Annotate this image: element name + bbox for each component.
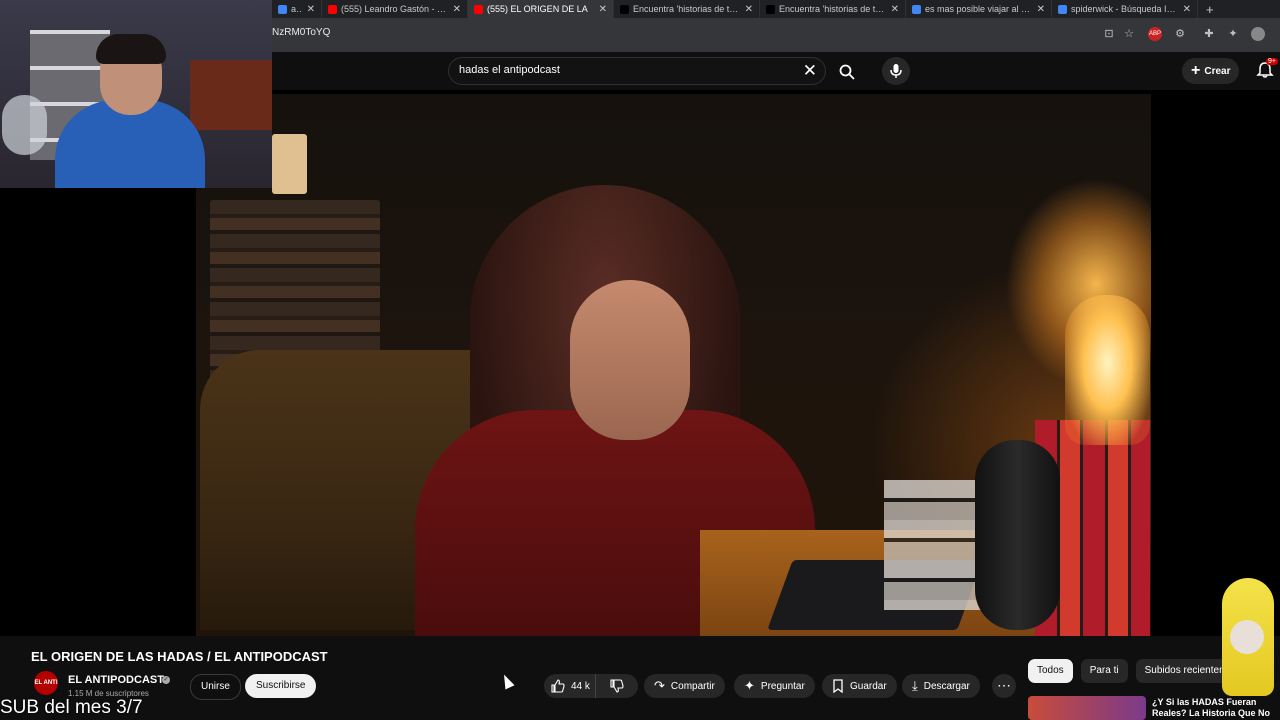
like-button[interactable]: 44 k xyxy=(544,674,596,698)
search-box[interactable]: hadas el antipodcast ✕ xyxy=(448,57,826,85)
ask-label: Preguntar xyxy=(760,680,805,692)
subscribe-button[interactable]: Suscribirse xyxy=(245,674,317,698)
channel-avatar-text: EL ANTI xyxy=(34,680,58,686)
extension-icon[interactable]: ⚙ xyxy=(1173,27,1187,41)
tab-title: es mas posible viajar al pas xyxy=(925,4,1033,14)
tab-favicon-icon xyxy=(278,4,287,14)
tab-title: Encuentra 'historias de terro xyxy=(779,4,887,14)
share-button[interactable]: ↷ Compartir xyxy=(644,674,725,698)
more-actions-button[interactable]: ⋯ xyxy=(992,674,1016,698)
tab-favicon-icon xyxy=(620,4,629,14)
filter-chip[interactable]: Todos xyxy=(1028,659,1073,683)
tab-favicon-icon xyxy=(1058,4,1067,14)
notifications-count-badge: 9+ xyxy=(1266,58,1278,65)
recommended-video-thumbnail[interactable] xyxy=(1028,696,1146,720)
verified-check-icon: ✓ xyxy=(162,676,170,684)
video-person-face xyxy=(570,280,690,440)
tab-close-icon[interactable]: ✕ xyxy=(1037,4,1045,15)
extension-puzzle-icon[interactable]: ✚ xyxy=(1202,27,1216,41)
tab-close-icon[interactable]: ✕ xyxy=(453,4,461,15)
bookmark-star-icon[interactable]: ☆ xyxy=(1122,27,1136,41)
webcam-fan xyxy=(2,95,47,155)
voice-search-button[interactable] xyxy=(882,57,910,85)
more-dots-icon: ⋯ xyxy=(997,677,1011,693)
save-button[interactable]: Guardar xyxy=(822,674,897,698)
tab-close-icon[interactable]: ✕ xyxy=(307,4,315,15)
webcam-person-hair xyxy=(96,34,166,64)
browser-tab[interactable]: es mas posible viajar al pas ✕ xyxy=(906,0,1052,18)
video-info-section: EL ORIGEN DE LAS HADAS / EL ANTIPODCAST … xyxy=(0,636,1280,720)
video-title: EL ORIGEN DE LAS HADAS / EL ANTIPODCAST xyxy=(31,649,328,664)
tab-close-icon[interactable]: ✕ xyxy=(599,4,607,15)
new-tab-button[interactable]: + xyxy=(1198,2,1222,17)
profile-avatar[interactable] xyxy=(1251,27,1265,41)
share-label: Compartir xyxy=(670,680,715,692)
download-label: Descargar xyxy=(923,680,970,692)
tab-close-icon[interactable]: ✕ xyxy=(891,4,899,15)
thumbs-up-icon xyxy=(551,679,565,693)
tab-favicon-icon xyxy=(766,4,775,14)
tab-favicon-icon xyxy=(328,4,337,14)
adblock-extension-icon[interactable]: ABP xyxy=(1148,27,1162,41)
tab-title: (555) EL ORIGEN DE LA xyxy=(487,4,588,14)
plus-icon: + xyxy=(1191,62,1201,79)
tab-title: (555) Leandro Gastón - YouT xyxy=(341,4,449,14)
candle-overlay xyxy=(272,134,307,194)
video-microphone xyxy=(975,440,1060,630)
ask-button[interactable]: ✦ Preguntar xyxy=(734,674,815,698)
like-dislike-group: 44 k xyxy=(544,674,638,698)
banana-cat-face xyxy=(1230,620,1264,654)
tab-title: Encuentra 'historias de terro xyxy=(633,4,741,14)
create-button[interactable]: + Crear xyxy=(1182,58,1240,84)
tab-favicon-icon xyxy=(474,4,483,14)
save-label: Guardar xyxy=(850,680,887,692)
extensions-menu-icon[interactable]: ✦ xyxy=(1226,27,1240,41)
browser-tab[interactable]: ashboar ✕ xyxy=(272,0,322,18)
tab-favicon-icon xyxy=(912,4,921,14)
streamer-webcam-overlay xyxy=(0,0,272,188)
video-book-stack xyxy=(884,480,984,610)
dislike-button[interactable] xyxy=(596,679,638,693)
browser-tab[interactable]: (555) Leandro Gastón - YouT ✕ xyxy=(322,0,468,18)
recommended-video-title[interactable]: ¿Y Si las HADAS Fueran Reales? La Histor… xyxy=(1152,697,1280,719)
tab-close-icon[interactable]: ✕ xyxy=(745,4,753,15)
browser-tab[interactable]: (555) EL ORIGEN DE LA ✕ xyxy=(468,0,614,18)
browser-tab[interactable]: Encuentra 'historias de terro ✕ xyxy=(614,0,760,18)
tab-title: spiderwick - Búsqueda Imág xyxy=(1071,4,1179,14)
webcam-curtain xyxy=(190,60,272,130)
url-text[interactable]: NzRM0ToYQ xyxy=(272,27,330,38)
clear-search-icon[interactable]: ✕ xyxy=(803,61,817,81)
microphone-icon xyxy=(890,64,902,78)
sparkle-icon: ✦ xyxy=(744,678,755,693)
download-icon: ⤓ xyxy=(912,678,918,693)
channel-name[interactable]: EL ANTIPODCAST xyxy=(68,674,164,686)
search-input[interactable]: hadas el antipodcast xyxy=(459,64,560,76)
like-count: 44 k xyxy=(571,680,590,692)
channel-avatar[interactable]: EL ANTI xyxy=(34,671,58,695)
search-button[interactable] xyxy=(834,59,860,85)
filter-chip[interactable]: Para ti xyxy=(1080,659,1128,683)
share-arrow-icon: ↷ xyxy=(654,678,665,693)
download-button[interactable]: ⤓ Descargar xyxy=(902,674,980,698)
sub-goal-overlay: SUB del mes 3/7 xyxy=(0,697,143,718)
install-app-icon[interactable]: ⊡ xyxy=(1102,27,1116,41)
search-icon xyxy=(839,64,855,80)
browser-tab[interactable]: spiderwick - Búsqueda Imág ✕ xyxy=(1052,0,1198,18)
tab-close-icon[interactable]: ✕ xyxy=(1183,4,1191,15)
video-lamp xyxy=(1065,295,1150,445)
browser-tab[interactable]: Encuentra 'historias de terro ✕ xyxy=(760,0,906,18)
thumbs-down-icon xyxy=(610,679,624,693)
bookmark-icon xyxy=(833,679,843,693)
join-button[interactable]: Unirse xyxy=(190,674,241,700)
tab-title: ashboar xyxy=(291,4,303,14)
create-label: Crear xyxy=(1204,65,1231,77)
